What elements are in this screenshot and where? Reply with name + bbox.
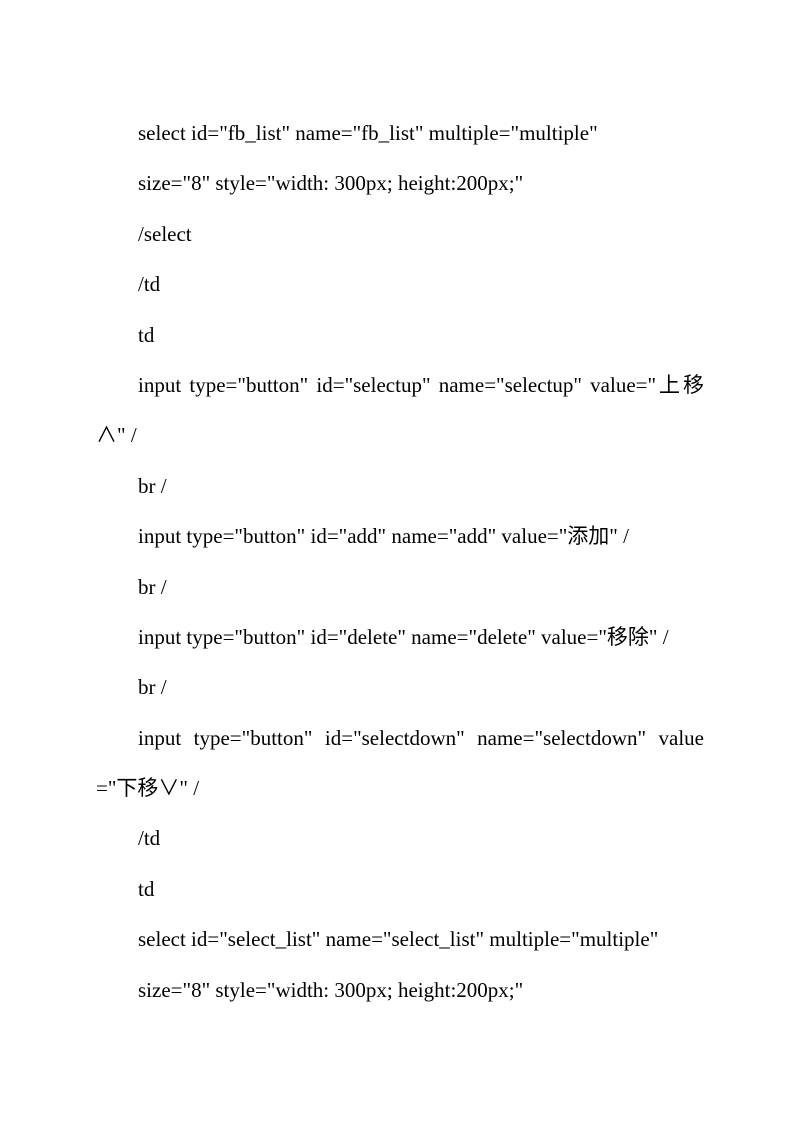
code-line-13: /td	[96, 813, 704, 863]
page: select id="fb_list" name="fb_list" multi…	[0, 0, 800, 1132]
code-line-7: br /	[96, 461, 704, 511]
code-line-8: input type="button" id="add" name="add" …	[96, 511, 704, 561]
code-line-16: size="8" style="width: 300px; height:200…	[96, 965, 704, 1015]
code-line-10: input type="button" id="delete" name="de…	[96, 612, 704, 662]
code-line-3: /select	[96, 209, 704, 259]
code-line-5: td	[96, 310, 704, 360]
code-line-15: select id="select_list" name="select_lis…	[96, 914, 704, 964]
code-line-14: td	[96, 864, 704, 914]
code-line-1: select id="fb_list" name="fb_list" multi…	[96, 108, 704, 158]
code-line-12: input type="button" id="selectdown" name…	[96, 713, 704, 814]
code-line-2: size="8" style="width: 300px; height:200…	[96, 158, 704, 208]
code-line-6: input type="button" id="selectup" name="…	[96, 360, 704, 461]
code-line-9: br /	[96, 562, 704, 612]
code-line-11: br /	[96, 662, 704, 712]
code-line-4: /td	[96, 259, 704, 309]
